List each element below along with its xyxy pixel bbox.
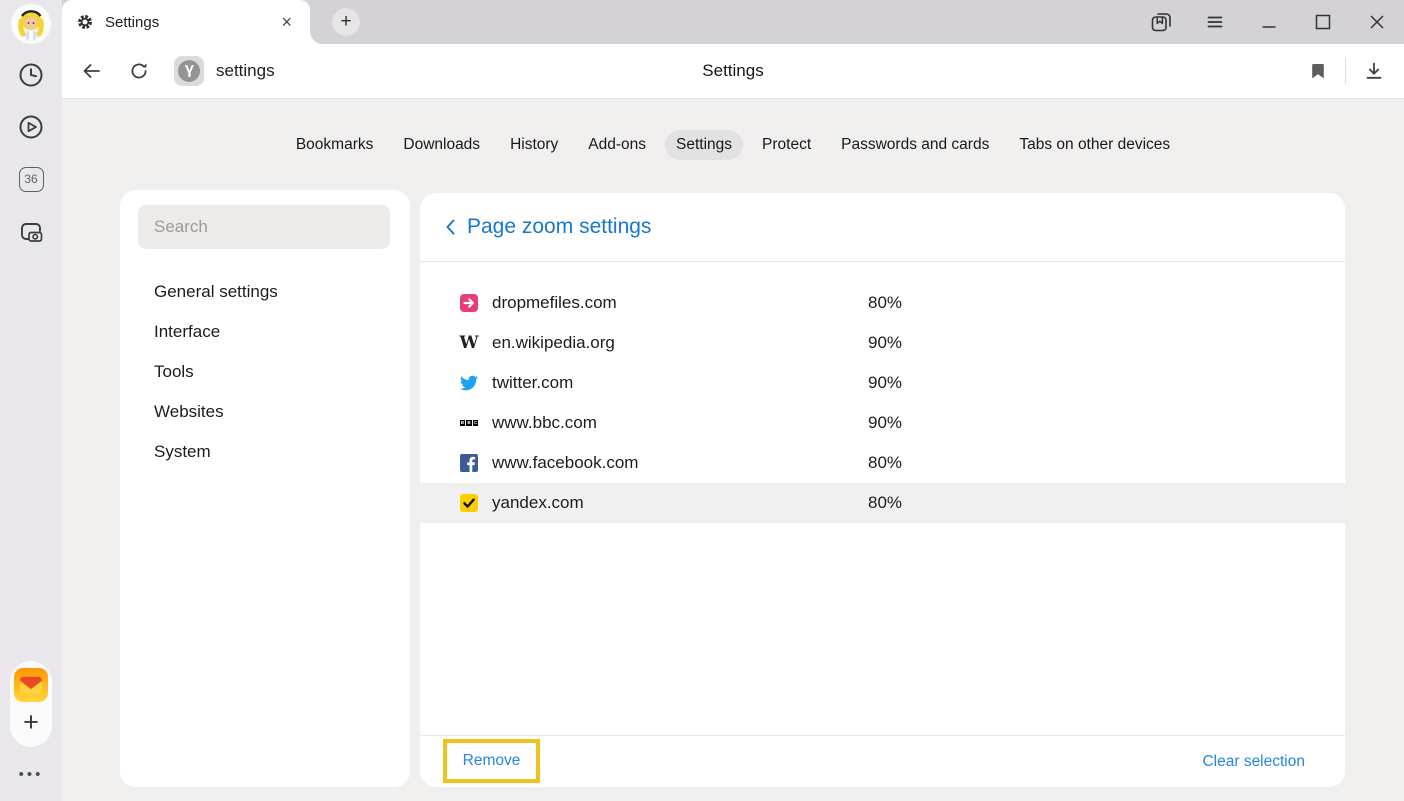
facebook-favicon (460, 454, 478, 472)
tab-title: Settings (105, 14, 277, 31)
site-name: www.bbc.com (492, 413, 597, 433)
site-list: dropmefiles.com80%Wen.wikipedia.org90%tw… (420, 283, 1345, 523)
nav-tab-passwords-and-cards[interactable]: Passwords and cards (830, 130, 1000, 160)
site-zoom-value[interactable]: 80% (868, 453, 902, 473)
dropmefiles-favicon (460, 294, 478, 312)
site-row[interactable]: BBC www.bbc.com 90% (420, 403, 1345, 443)
browser-menu-icon[interactable] (1188, 0, 1242, 44)
settings-sidebar: General settingsInterfaceToolsWebsitesSy… (120, 190, 410, 787)
reload-icon[interactable] (128, 60, 150, 82)
panel-header[interactable]: Page zoom settings (420, 193, 1345, 262)
sidebar-section-list: General settingsInterfaceToolsWebsitesSy… (120, 272, 410, 472)
address-toolbar: settings Settings (62, 44, 1404, 99)
nav-tab-downloads[interactable]: Downloads (392, 130, 491, 160)
site-row[interactable]: twitter.com 90% (420, 363, 1345, 403)
wikipedia-favicon: W (460, 334, 478, 352)
site-row[interactable]: yandex.com 80% (420, 483, 1345, 523)
back-chevron-icon (444, 217, 456, 237)
tab-close-icon[interactable]: × (277, 13, 296, 31)
bbc-favicon: BBC (460, 414, 478, 432)
yandex-search-badge[interactable] (174, 56, 204, 86)
site-zoom-value[interactable]: 90% (868, 413, 902, 433)
sidebar-item-tools[interactable]: Tools (120, 352, 410, 392)
twitter-favicon (460, 374, 478, 392)
tab-bar: Settings × + (62, 0, 1404, 44)
site-zoom-value[interactable]: 90% (868, 373, 902, 393)
browser-side-rail: 36 + ••• (0, 0, 62, 801)
toolbar-right-actions (1308, 58, 1385, 84)
remove-highlight-box: Remove (443, 739, 540, 783)
badge-number: 36 (19, 167, 44, 192)
tab-gear-icon (76, 13, 94, 31)
remove-button[interactable]: Remove (463, 752, 521, 770)
back-arrow-icon[interactable] (79, 59, 103, 83)
settings-nav: BookmarksDownloads History Add-ons Settings… (62, 130, 1404, 160)
site-zoom-value[interactable]: 90% (868, 333, 902, 353)
tab-panels-icon[interactable] (1134, 0, 1188, 44)
site-row[interactable]: www.facebook.com 80% (420, 443, 1345, 483)
nav-tab-bookmarks[interactable]: Bookmarks (285, 130, 385, 160)
window-controls (1134, 0, 1404, 44)
site-zoom-value[interactable]: 80% (868, 493, 902, 513)
site-name: www.facebook.com (492, 453, 638, 473)
profile-avatar[interactable] (11, 4, 51, 44)
avatar-girl-illustration (11, 4, 51, 44)
screenshot-camera-icon[interactable] (16, 217, 46, 247)
site-row[interactable]: Wen.wikipedia.org 90% (420, 323, 1345, 363)
nav-tab-settings[interactable]: Settings (665, 130, 743, 160)
site-name: en.wikipedia.org (492, 333, 615, 353)
address-bar-text[interactable]: settings (216, 61, 275, 81)
media-play-icon[interactable] (16, 112, 46, 142)
sidebar-item-system[interactable]: System (120, 432, 410, 472)
site-zoom-value[interactable]: 80% (868, 293, 902, 313)
new-tab-button[interactable]: + (332, 8, 360, 36)
search-input[interactable] (138, 205, 390, 249)
selected-checkbox-icon (460, 494, 478, 512)
nav-tab-tabs-on-other-devices[interactable]: Tabs on other devices (1008, 130, 1181, 160)
site-row[interactable]: dropmefiles.com 80% (420, 283, 1345, 323)
panel-title: Page zoom settings (467, 215, 651, 239)
history-clock-icon[interactable] (16, 60, 46, 90)
browser-tab-settings[interactable]: Settings × (62, 0, 310, 44)
pinned-apps-pill: + (10, 661, 52, 747)
sidebar-item-websites[interactable]: Websites (120, 392, 410, 432)
site-name: yandex.com (492, 493, 584, 513)
nav-tab-add-ons[interactable]: Add-ons (577, 130, 657, 160)
downloads-icon[interactable] (1363, 60, 1385, 82)
sidebar-item-general-settings[interactable]: General settings (120, 272, 410, 312)
clear-selection-button[interactable]: Clear selection (1202, 753, 1305, 771)
nav-tab-protect[interactable]: Protect (751, 130, 822, 160)
window-minimize-icon[interactable] (1242, 0, 1296, 44)
page-zoom-panel: Page zoom settings dropmefiles.com 80% Wen… (420, 193, 1345, 787)
yandex-mail-icon[interactable] (14, 668, 48, 702)
weather-temperature-badge[interactable]: 36 (16, 164, 46, 194)
add-app-plus-icon[interactable]: + (23, 705, 39, 739)
window-close-icon[interactable] (1350, 0, 1404, 44)
site-name: dropmefiles.com (492, 293, 617, 313)
site-name: twitter.com (492, 373, 573, 393)
sidebar-item-interface[interactable]: Interface (120, 312, 410, 352)
panel-footer: Remove Clear selection (420, 735, 1345, 787)
window-maximize-icon[interactable] (1296, 0, 1350, 44)
nav-tab-history[interactable]: History (499, 130, 569, 160)
bookmark-icon[interactable] (1308, 61, 1328, 81)
rail-more-dots-icon[interactable]: ••• (0, 766, 62, 783)
toolbar-separator (1345, 58, 1346, 84)
